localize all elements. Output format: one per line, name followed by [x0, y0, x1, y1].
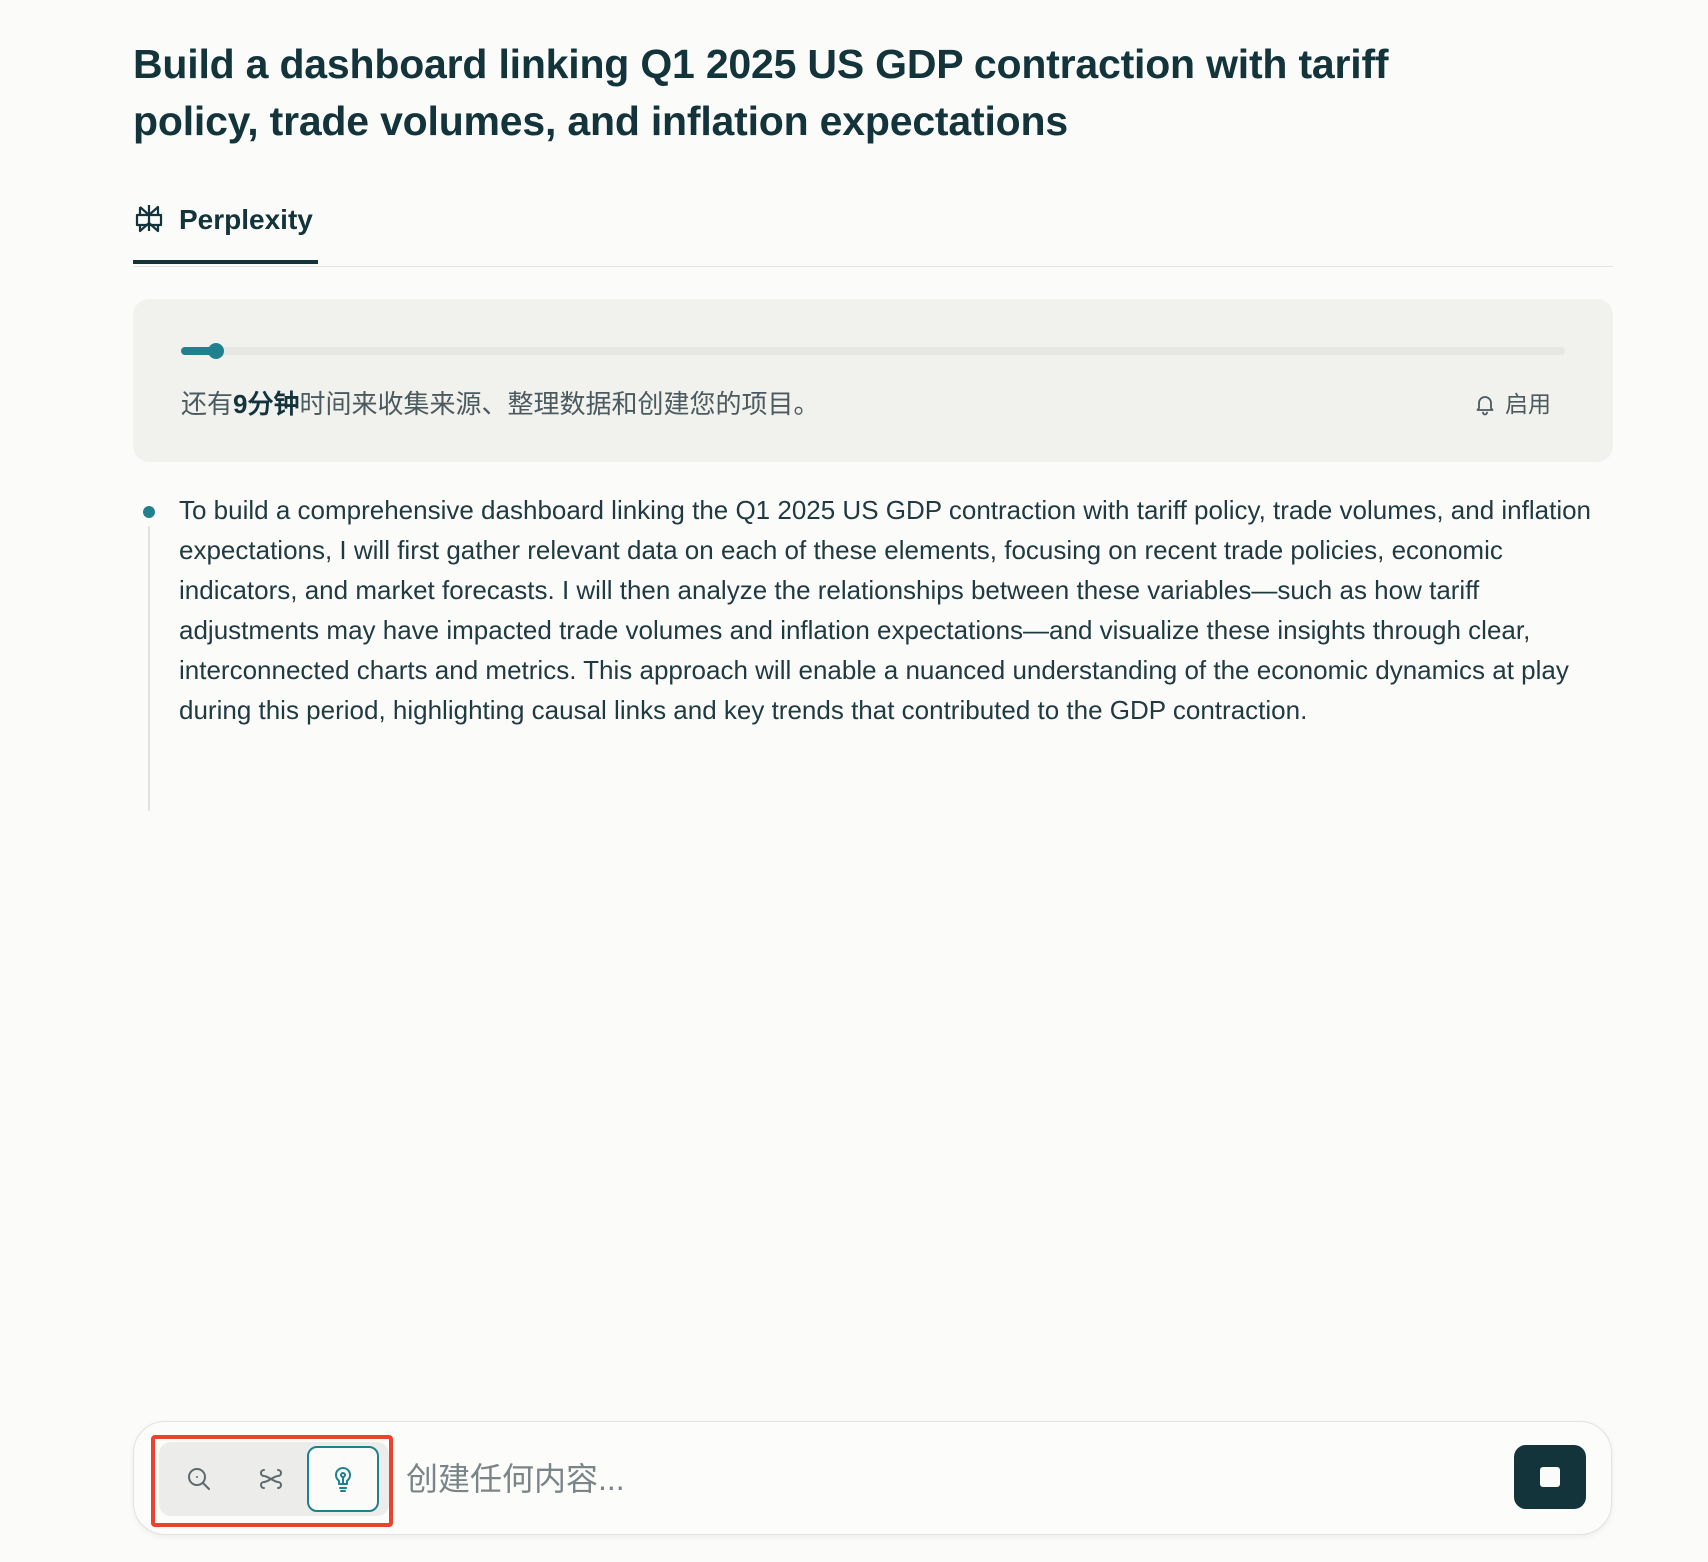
progress-knob [207, 343, 224, 359]
composer [133, 1421, 1612, 1535]
step-text: To build a comprehensive dashboard linki… [179, 495, 1592, 725]
progress-time-remaining: 9分钟 [233, 389, 300, 419]
tab-label: Perplexity [179, 204, 313, 235]
step-timeline-line [148, 526, 150, 811]
tab-perplexity[interactable]: Perplexity [133, 196, 318, 264]
enable-notifications-button[interactable]: 启用 [1473, 387, 1551, 421]
tab-bar: Perplexity [133, 196, 1613, 267]
step-dot [143, 506, 155, 518]
composer-input[interactable] [404, 1447, 1408, 1511]
progress-text-suffix: 时间来收集来源、整理数据和创建您的项目。 [299, 389, 820, 419]
page: Build a dashboard linking Q1 2025 US GDP… [0, 0, 1708, 1562]
progress-bar [181, 343, 1565, 359]
bell-icon [1476, 396, 1494, 416]
reasoning-step: To build a comprehensive dashboard linki… [133, 490, 1613, 811]
stop-icon [1540, 1467, 1560, 1487]
enable-notifications-label: 启用 [1505, 391, 1551, 417]
perplexity-logo-icon [133, 202, 165, 234]
main-content: Build a dashboard linking Q1 2025 US GDP… [133, 0, 1613, 811]
mode-selector-highlight [151, 1435, 393, 1527]
progress-card: 还有9分钟时间来收集来源、整理数据和创建您的项目。 启用 [133, 299, 1613, 462]
page-title: Build a dashboard linking Q1 2025 US GDP… [133, 41, 1389, 144]
stop-button[interactable] [1514, 1445, 1586, 1509]
progress-status-text: 还有9分钟时间来收集来源、整理数据和创建您的项目。 [181, 387, 820, 421]
progress-text-prefix: 还有 [181, 389, 234, 419]
